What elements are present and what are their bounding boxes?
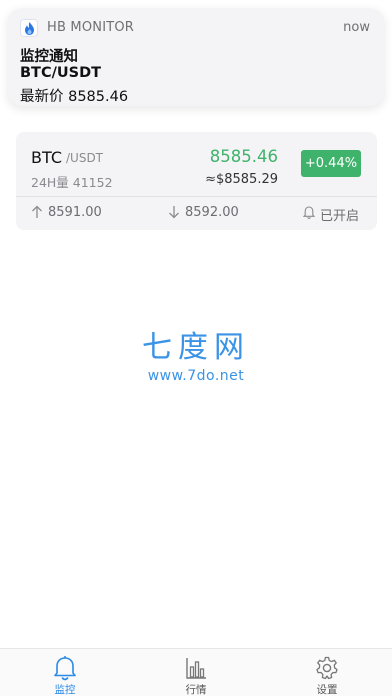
tab-monitor[interactable]: 监控	[0, 649, 130, 696]
watermark: 七度网 www.7do.net	[0, 322, 392, 384]
last-price: 8585.46	[209, 147, 278, 166]
coin-symbol: BTC	[31, 148, 62, 167]
app-logo-icon	[20, 19, 38, 37]
arrow-down-icon	[169, 206, 179, 219]
low-alert-value: 8592.00	[185, 205, 239, 220]
monitor-card-summary: BTC /USDT 24H量 41152 8585.46 ≈$8585.29 +…	[16, 132, 377, 196]
bell-icon	[54, 656, 76, 681]
tab-settings[interactable]: 设置	[262, 649, 392, 696]
notification-body: 最新价 8585.46	[20, 89, 129, 105]
change-badge[interactable]: +0.44%	[301, 150, 361, 177]
tab-bar: 监控 行情 设置	[0, 648, 392, 696]
push-notification[interactable]: HB MONITOR now 监控通知 BTC/USDT 最新价 8585.46	[8, 8, 384, 106]
high-alert-value: 8591.00	[48, 205, 102, 220]
gear-icon	[316, 656, 338, 680]
quote-currency: /USDT	[66, 151, 104, 165]
monitor-card[interactable]: BTC /USDT 24H量 41152 8585.46 ≈$8585.29 +…	[16, 132, 377, 230]
tab-settings-label: 设置	[316, 684, 338, 696]
bell-icon	[303, 206, 315, 219]
monitor-screen: HB MONITOR now 监控通知 BTC/USDT 最新价 8585.46…	[0, 0, 392, 696]
notification-header: HB MONITOR now	[20, 19, 370, 37]
watermark-title: 七度网	[142, 330, 250, 365]
alert-toggle[interactable]: 已开启	[303, 204, 361, 224]
tab-monitor-label: 监控	[54, 684, 76, 696]
alert-row: 8591.00 8592.00 已开启	[16, 197, 377, 230]
watermark-url: www.7do.net	[147, 368, 245, 384]
volume-24h: 24H量 41152	[31, 175, 113, 190]
tab-market[interactable]: 行情	[131, 649, 261, 696]
usd-price: ≈$8585.29	[205, 172, 278, 187]
notification-time: now	[343, 20, 370, 35]
bar-chart-icon	[186, 658, 206, 679]
notification-title: 监控通知	[20, 49, 78, 65]
alert-status-label: 已开启	[320, 209, 360, 224]
notification-app-name: HB MONITOR	[47, 20, 135, 35]
tab-market-label: 行情	[185, 684, 207, 696]
arrow-up-icon	[32, 205, 42, 218]
notification-subtitle: BTC/USDT	[20, 65, 102, 81]
